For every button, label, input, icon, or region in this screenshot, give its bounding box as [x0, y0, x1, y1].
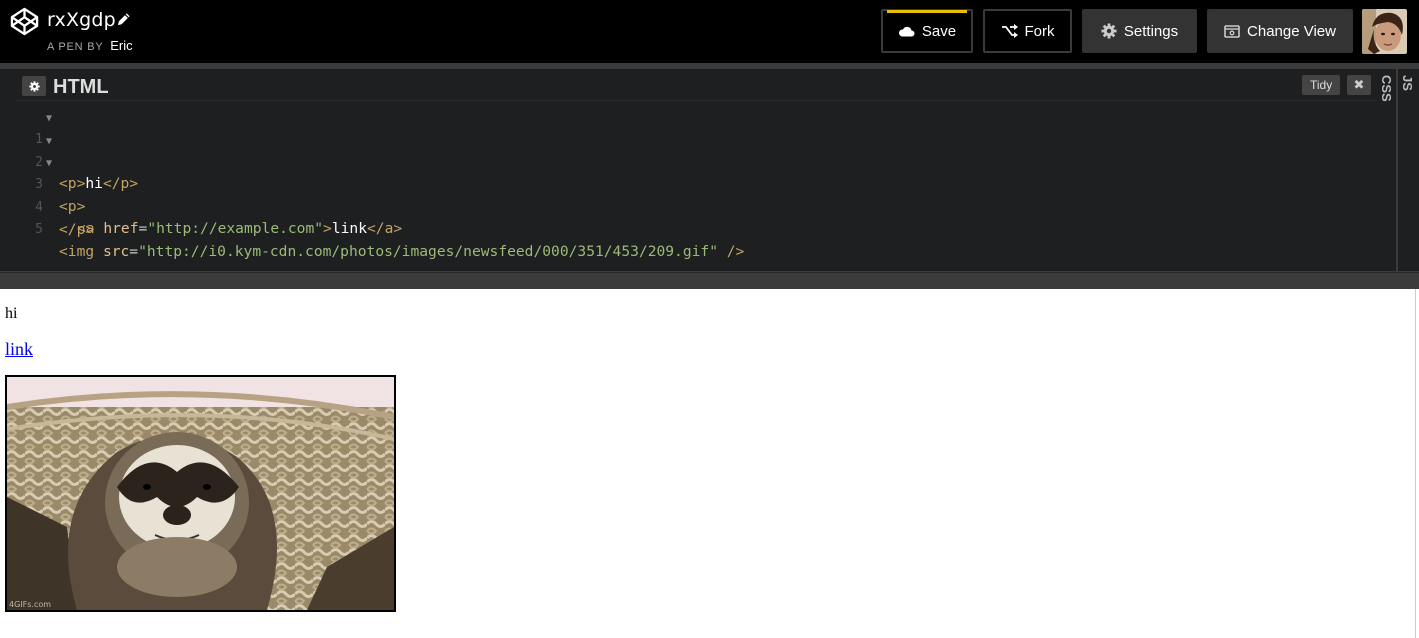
editor-title: HTML [53, 76, 109, 98]
fold-arrow-icon[interactable]: ▼ [46, 108, 52, 130]
save-label: Save [921, 22, 957, 40]
change-view-label: Change View [1247, 22, 1336, 40]
save-button[interactable]: Save [881, 9, 973, 53]
code-line[interactable]: 3 ▼ <a href="http://example.com">link</a… [16, 152, 1377, 237]
code-token: "http://example.com" [147, 220, 324, 237]
fold-arrow-icon[interactable]: ▼ [46, 153, 52, 175]
editor-settings-button[interactable] [22, 76, 46, 96]
code-token: <img [59, 243, 103, 260]
line-number: 5 [35, 222, 43, 237]
html-editor-panel: HTML Tidy ✖ 1 ▼ <p>hi</p> 2 ▼ <p> 3 ▼ <a… [16, 69, 1377, 271]
js-editor-tab[interactable]: JS [1398, 69, 1419, 271]
code-token: </a> [367, 220, 403, 237]
cloud-icon [898, 26, 915, 37]
code-token: link [331, 220, 367, 237]
top-header: rxXgdp A PEN BY Eric Save Fork Settings … [0, 0, 1419, 63]
fold-arrow-icon[interactable]: ▼ [46, 131, 52, 153]
preview-sloth-image: 4GIFs.com [5, 375, 396, 612]
fork-label: Fork [1024, 22, 1055, 40]
editor-area: HTML Tidy ✖ 1 ▼ <p>hi</p> 2 ▼ <p> 3 ▼ <a… [0, 63, 1419, 289]
tidy-button[interactable]: Tidy [1302, 75, 1341, 95]
result-preview: hi link 4GIFs.com [0, 289, 1416, 638]
code-line[interactable]: 2 ▼ <p> [16, 130, 1377, 215]
code-token: /> [717, 243, 745, 260]
change-view-icon [1224, 24, 1240, 38]
author-name[interactable]: Eric [110, 38, 132, 53]
byline-prefix: A PEN BY [47, 41, 104, 53]
code-token: src [102, 243, 130, 260]
change-view-button[interactable]: Change View [1207, 9, 1353, 53]
codepen-logo-icon[interactable] [10, 7, 39, 36]
editor-left-rail [0, 69, 16, 271]
code-line[interactable]: 1 ▼ <p>hi</p> [16, 107, 1377, 192]
html-editor-header: HTML Tidy ✖ [16, 69, 1377, 101]
js-tab-label: JS [1400, 75, 1415, 91]
fork-button[interactable]: Fork [983, 9, 1072, 53]
code-token: "http://i0.kym-cdn.com/photos/images/new… [138, 243, 718, 260]
close-editor-button[interactable]: ✖ [1347, 75, 1371, 95]
pen-title[interactable]: rxXgdp [47, 9, 116, 31]
pen-byline: A PEN BY Eric [47, 38, 133, 53]
gear-icon [1101, 23, 1117, 39]
preview-paragraph: hi [5, 305, 18, 322]
settings-button[interactable]: Settings [1082, 9, 1197, 53]
preview-link[interactable]: link [5, 339, 33, 360]
gear-icon [28, 80, 40, 92]
user-avatar[interactable] [1362, 9, 1407, 54]
code-token: = [129, 243, 139, 260]
pencil-icon[interactable] [116, 12, 131, 27]
code-token: = [138, 220, 148, 237]
css-tab-label: CSS [1379, 75, 1394, 102]
code-token: href [103, 220, 139, 237]
css-editor-tab[interactable]: CSS [1377, 69, 1396, 271]
code-line[interactable]: 4 </p> [16, 175, 1377, 238]
fork-icon [1001, 24, 1018, 38]
image-watermark: 4GIFs.com [9, 600, 52, 609]
editor-resize-handle[interactable] [0, 272, 1419, 289]
code-token: > [323, 220, 332, 237]
settings-label: Settings [1123, 22, 1179, 40]
code-line[interactable]: 5 <img src="http://i0.kym-cdn.com/photos… [16, 197, 1377, 260]
